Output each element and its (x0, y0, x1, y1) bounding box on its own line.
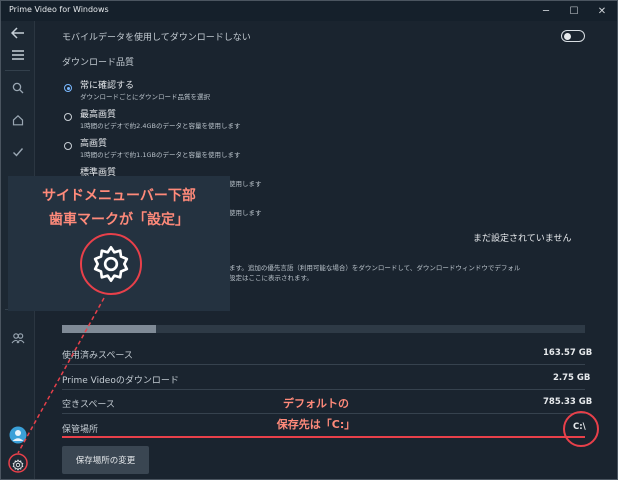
annotation-connector (8, 297, 105, 473)
app-window: Prime Video for Windows ─ ☐ ✕ モバイルデータを使用… (0, 0, 618, 480)
